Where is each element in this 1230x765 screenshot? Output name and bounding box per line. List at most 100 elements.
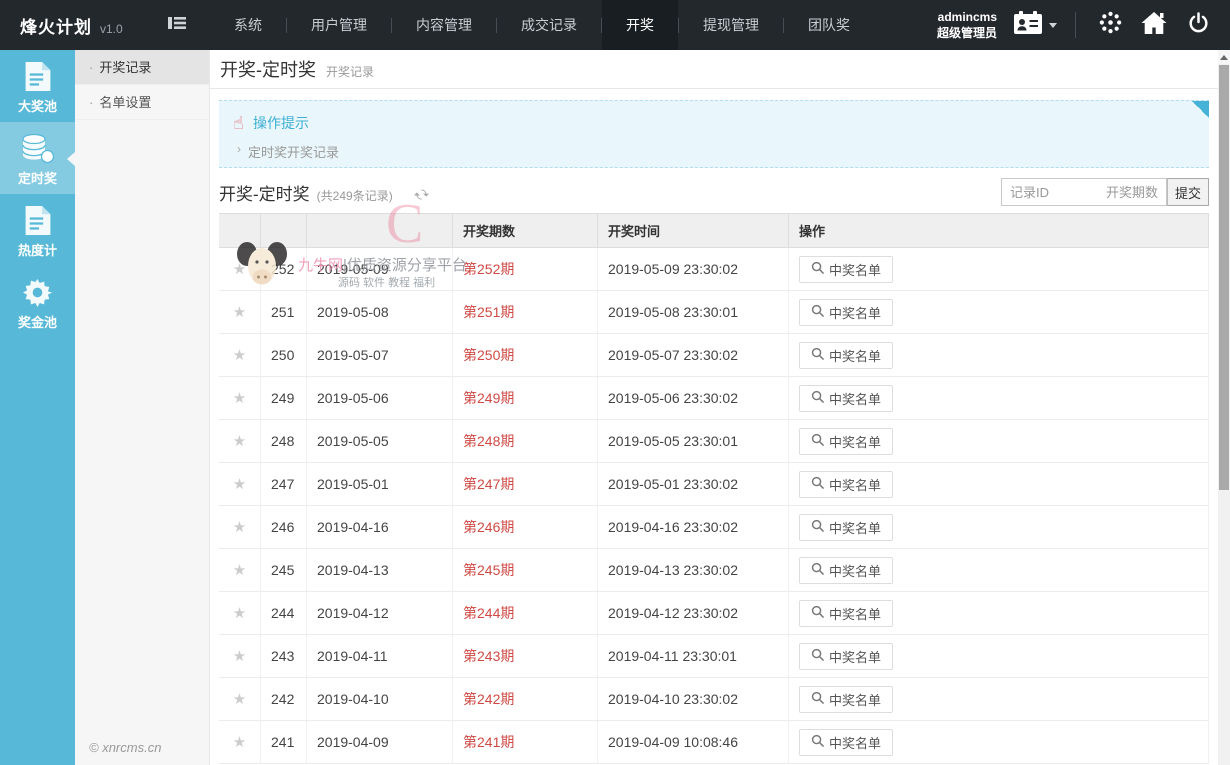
topnav-item-2[interactable]: 用户管理 [287, 0, 391, 50]
tip-fold-corner[interactable] [1192, 101, 1209, 118]
topnav-item-7[interactable]: 团队奖 [784, 0, 874, 50]
scrollbar-thumb[interactable] [1219, 65, 1229, 490]
draw-time-cell: 2019-05-09 23:30:02 [597, 248, 788, 290]
star-icon[interactable]: ★ [233, 604, 246, 622]
action-cell: 中奖名单 [788, 420, 1209, 462]
issue-cell: 第246期 [452, 506, 597, 548]
magnifier-icon [811, 476, 824, 492]
favorite-cell: ★ [219, 420, 260, 462]
winners-list-label: 中奖名单 [829, 604, 881, 623]
table-row: ★2462019-04-16第246期2019-04-16 23:30:02中奖… [219, 506, 1209, 549]
magnifier-icon [811, 691, 824, 707]
main-content: 开奖-定时奖 开奖记录 ☝ 操作提示 ›定时奖开奖记录 开奖-定时奖 (共249… [210, 50, 1218, 765]
star-icon[interactable]: ★ [233, 518, 246, 536]
winners-list-button[interactable]: 中奖名单 [799, 385, 893, 412]
star-icon[interactable]: ★ [233, 647, 246, 665]
topnav-item-5[interactable]: 开奖 [602, 0, 678, 50]
draw-date-cell: 2019-05-07 [306, 334, 452, 376]
draw-date-cell: 2019-04-10 [306, 678, 452, 720]
draw-date-cell: 2019-04-13 [306, 549, 452, 591]
winners-list-button[interactable]: 中奖名单 [799, 729, 893, 756]
action-cell: 中奖名单 [788, 248, 1209, 290]
home-button[interactable] [1132, 0, 1176, 50]
user-menu-button[interactable] [1007, 11, 1063, 40]
winners-list-label: 中奖名单 [829, 690, 881, 709]
app-logo: 烽火计划 v1.0 [0, 13, 160, 38]
draw-time-cell: 2019-05-08 23:30:01 [597, 291, 788, 333]
favorite-cell: ★ [219, 678, 260, 720]
topnav-item-1[interactable]: 系统 [210, 0, 286, 50]
winners-list-button[interactable]: 中奖名单 [799, 514, 893, 541]
table-row: ★2472019-05-01第247期2019-05-01 23:30:02中奖… [219, 463, 1209, 506]
subsidebar-item-1[interactable]: ·开奖记录 [75, 50, 209, 85]
bullet-dot: · [89, 50, 93, 84]
record-id-input[interactable] [1002, 179, 1098, 205]
sidebar-item-3[interactable]: 热度计 [0, 194, 75, 266]
tip-item-text: 定时奖开奖记录 [248, 142, 339, 161]
clear-cache-button[interactable] [1088, 0, 1132, 50]
issue-number: 第247期 [463, 474, 514, 494]
winners-list-button[interactable]: 中奖名单 [799, 299, 893, 326]
favorite-cell: ★ [219, 334, 260, 376]
record-id-cell: 250 [260, 334, 306, 376]
star-icon[interactable]: ★ [233, 475, 246, 493]
favorite-cell: ★ [219, 248, 260, 290]
primary-sidebar: 大奖池定时奖热度计奖金池 [0, 50, 75, 765]
issue-number: 第246期 [463, 517, 514, 537]
winners-list-button[interactable]: 中奖名单 [799, 428, 893, 455]
star-icon[interactable]: ★ [233, 346, 246, 364]
record-id-cell: 252 [260, 248, 306, 290]
winners-list-button[interactable]: 中奖名单 [799, 256, 893, 283]
issue-cell: 第242期 [452, 678, 597, 720]
star-icon[interactable]: ★ [233, 432, 246, 450]
topnav-item-4[interactable]: 成交记录 [497, 0, 601, 50]
refresh-button[interactable] [414, 187, 429, 207]
issue-cell: 第252期 [452, 248, 597, 290]
submit-button[interactable]: 提交 [1167, 178, 1209, 206]
star-icon[interactable]: ★ [233, 561, 246, 579]
records-table: 开奖期数开奖时间操作 ★2522019-05-09第252期2019-05-09… [219, 213, 1209, 764]
sidebar-item-1[interactable]: 大奖池 [0, 50, 75, 122]
column-header-4: 开奖期数 [452, 214, 597, 247]
winners-list-button[interactable]: 中奖名单 [799, 471, 893, 498]
winners-list-button[interactable]: 中奖名单 [799, 686, 893, 713]
list-toolbar: 开奖-定时奖 (共249条记录) 提交 [219, 177, 1209, 210]
action-cell: 中奖名单 [788, 506, 1209, 548]
magnifier-icon [811, 433, 824, 449]
favorite-cell: ★ [219, 506, 260, 548]
action-cell: 中奖名单 [788, 549, 1209, 591]
winners-list-label: 中奖名单 [829, 475, 881, 494]
user-name: admincms [937, 9, 997, 25]
record-id-cell: 247 [260, 463, 306, 505]
topnav-item-3[interactable]: 内容管理 [392, 0, 496, 50]
sidebar-item-2[interactable]: 定时奖 [0, 122, 75, 194]
winners-list-button[interactable]: 中奖名单 [799, 342, 893, 369]
topnav-item-6[interactable]: 提现管理 [679, 0, 783, 50]
record-count: (共249条记录) [317, 187, 393, 204]
star-icon[interactable]: ★ [233, 260, 246, 278]
magnifier-icon [811, 605, 824, 621]
action-cell: 中奖名单 [788, 678, 1209, 720]
issue-number-input[interactable] [1098, 179, 1166, 205]
user-info: admincms 超级管理员 [937, 9, 997, 41]
winners-list-button[interactable]: 中奖名单 [799, 557, 893, 584]
sidebar-item-4[interactable]: 奖金池 [0, 266, 75, 338]
winners-list-button[interactable]: 中奖名单 [799, 643, 893, 670]
sidebar-item-label: 热度计 [0, 240, 75, 259]
star-icon[interactable]: ★ [233, 690, 246, 708]
winners-list-label: 中奖名单 [829, 647, 881, 666]
star-icon[interactable]: ★ [233, 303, 246, 321]
menu-collapse-button[interactable] [160, 0, 194, 50]
logout-button[interactable] [1176, 0, 1220, 50]
vertical-scrollbar[interactable] [1218, 50, 1230, 765]
scroll-up-button[interactable] [1218, 50, 1230, 64]
winners-list-label: 中奖名单 [829, 346, 881, 365]
star-icon[interactable]: ★ [233, 733, 246, 751]
subsidebar-item-2[interactable]: ·名单设置 [75, 85, 209, 120]
home-icon [1141, 11, 1167, 40]
draw-time-cell: 2019-04-10 23:30:02 [597, 678, 788, 720]
page-header: 开奖-定时奖 开奖记录 [210, 50, 1218, 89]
winners-list-button[interactable]: 中奖名单 [799, 600, 893, 627]
column-header-2 [260, 214, 306, 247]
star-icon[interactable]: ★ [233, 389, 246, 407]
